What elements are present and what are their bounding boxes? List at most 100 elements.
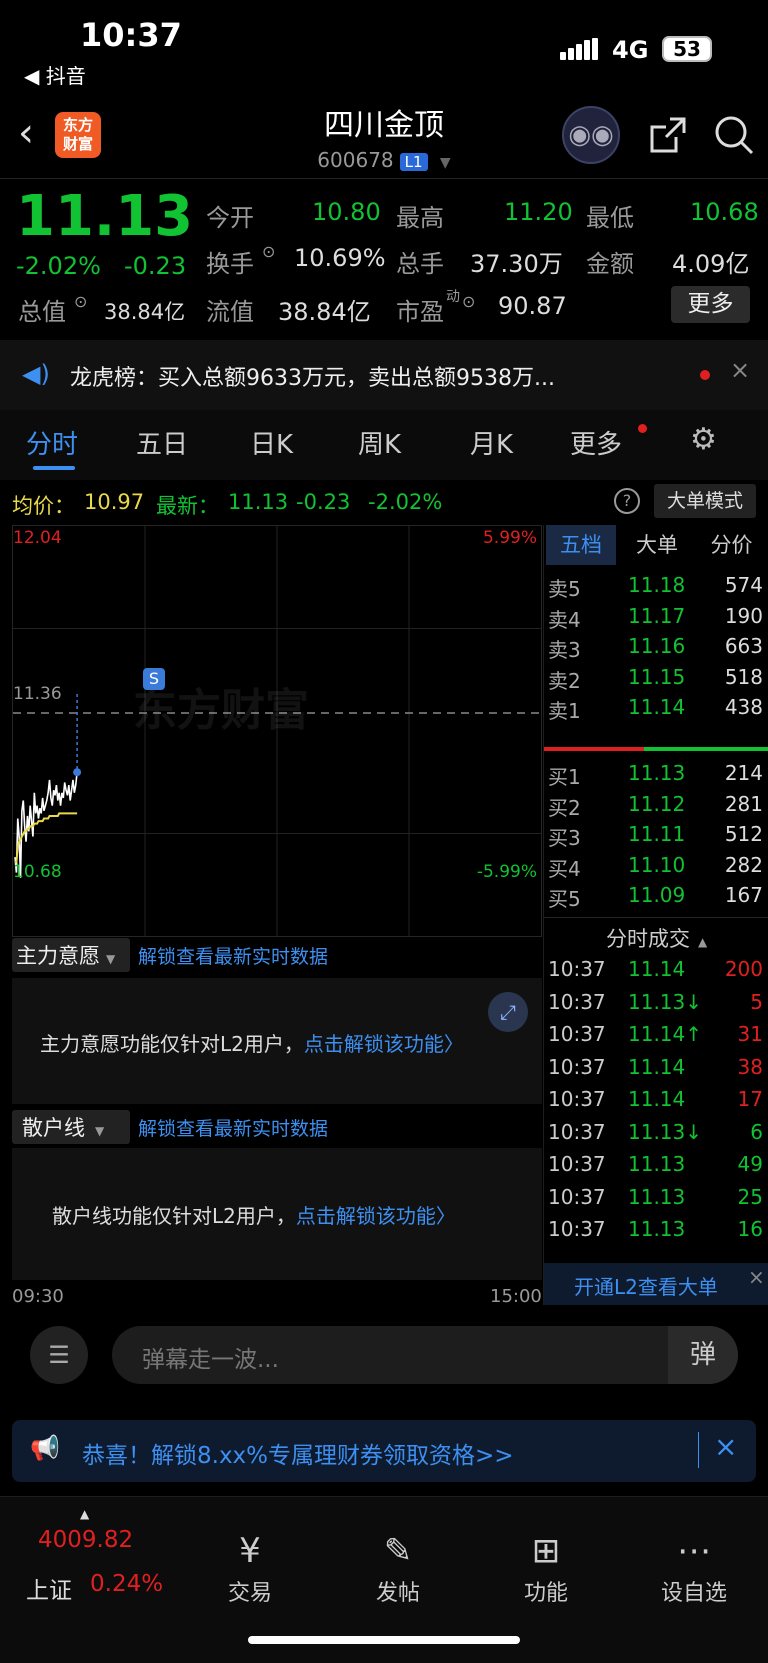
robot-assistant-icon[interactable]: ◉◉ bbox=[562, 106, 620, 164]
buy-level-row: 买5 11.09 167 bbox=[548, 883, 763, 911]
tick-row: 10:37 11.13 16 bbox=[548, 1217, 763, 1241]
open-label: 今开 bbox=[206, 204, 254, 232]
y-bottom-label: 10.68 bbox=[13, 862, 62, 882]
amount-label: 金额 bbox=[586, 250, 634, 278]
float-value: 38.84亿 bbox=[278, 298, 371, 326]
unlock-cta[interactable]: 点击解锁该功能〉 bbox=[296, 1204, 456, 1228]
tab-five-day[interactable]: 五日 bbox=[136, 424, 188, 461]
tick-row: 10:37 11.13 49 bbox=[548, 1152, 763, 1176]
home-indicator bbox=[248, 1636, 520, 1644]
retail-line-message: 散户线功能仅针对L2用户，点击解锁该功能〉 bbox=[52, 1204, 456, 1228]
unlock-link[interactable]: 解锁查看最新实时数据 bbox=[138, 1114, 328, 1141]
search-icon[interactable] bbox=[712, 113, 756, 157]
tab-intraday[interactable]: 分时 bbox=[26, 424, 78, 461]
dragon-tiger-notice[interactable]: ◀) 龙虎榜：买入总额9633万元，卖出总额9538万... × bbox=[0, 340, 768, 410]
info-icon[interactable]: ⊙ bbox=[262, 242, 275, 261]
comment-bar: ☰ 弹幕走一波... 弹 bbox=[0, 1308, 768, 1404]
ticks-title[interactable]: 分时成交 ▲ bbox=[606, 923, 707, 953]
help-icon[interactable]: ? bbox=[614, 488, 640, 514]
index-value[interactable]: 4009.82 bbox=[38, 1527, 133, 1553]
latest-label: 最新： bbox=[156, 494, 219, 518]
tick-row: 10:37 11.13↓ 5 bbox=[548, 989, 763, 1014]
index-name[interactable]: 上证 bbox=[26, 1571, 72, 1605]
sell-level-row: 卖2 11.15 518 bbox=[548, 664, 763, 693]
nav-features[interactable]: ⊞ 功能 bbox=[486, 1527, 606, 1607]
l2-button-text: 开通L2查看大单 bbox=[574, 1275, 718, 1299]
unlock-link[interactable]: 解锁查看最新实时数据 bbox=[138, 942, 328, 969]
buy-level-row: 买4 11.10 282 bbox=[548, 852, 763, 881]
nav-trade[interactable]: ¥ 交易 bbox=[190, 1527, 310, 1607]
tab-five-levels[interactable]: 五档 bbox=[546, 525, 616, 565]
avg-label: 均价： bbox=[12, 494, 75, 518]
tick-row: 10:37 11.14 17 bbox=[548, 1087, 763, 1111]
main-intent-message: 主力意愿功能仅针对L2用户，点击解锁该功能〉 bbox=[40, 1032, 464, 1056]
open-value: 10.80 bbox=[312, 198, 381, 226]
latest-value: 11.13 bbox=[228, 490, 289, 514]
expand-icon[interactable]: ⤢ bbox=[488, 992, 528, 1032]
info-icon[interactable]: ⊙ bbox=[74, 292, 87, 311]
avg-bar: 均价： 10.97 最新： 11.13 -0.23 -2.02% ? 大单模式 bbox=[0, 484, 768, 524]
tab-more[interactable]: 更多 bbox=[570, 424, 622, 461]
share-icon[interactable] bbox=[648, 115, 688, 155]
total-value-label: 总值 bbox=[18, 298, 66, 326]
main-intent-panel: 主力意愿功能仅针对L2用户，点击解锁该功能〉 ⤢ bbox=[12, 978, 542, 1104]
s-marker[interactable]: S bbox=[143, 668, 165, 690]
tick-row: 10:37 11.13↓ 6 bbox=[548, 1119, 763, 1144]
close-icon[interactable]: × bbox=[714, 1430, 737, 1463]
retail-line-dropdown[interactable]: 散户线 ▼ bbox=[12, 1110, 130, 1144]
unlock-cta[interactable]: 点击解锁该功能〉 bbox=[304, 1032, 464, 1056]
tab-daily-k[interactable]: 日K bbox=[250, 424, 293, 461]
l2-unlock-banner[interactable]: 开通L2查看大单 × bbox=[544, 1263, 768, 1305]
tab-dot bbox=[638, 424, 647, 433]
low-value: 10.68 bbox=[690, 198, 759, 226]
volume-value: 37.30万 bbox=[470, 250, 563, 278]
sell-level-row: 卖3 11.16 663 bbox=[548, 634, 763, 662]
main-intent-dropdown[interactable]: 主力意愿 ▼ bbox=[12, 938, 130, 972]
back-to-app-link[interactable]: ◀ 抖音 bbox=[24, 60, 86, 89]
tab-price-dist[interactable]: 分价 bbox=[694, 525, 768, 565]
tab-weekly-k[interactable]: 周K bbox=[358, 424, 401, 461]
float-label: 流值 bbox=[206, 298, 254, 326]
volume-label: 总手 bbox=[396, 250, 444, 278]
sell-level-row: 卖4 11.17 190 bbox=[548, 603, 763, 632]
battery-icon: 53 bbox=[662, 36, 712, 62]
more-button[interactable]: 更多 bbox=[671, 286, 750, 323]
promo-banner[interactable]: 📢 恭喜！解锁8.xx%专属理财券领取资格>> × bbox=[12, 1420, 756, 1482]
buy-level-row: 买2 11.12 281 bbox=[548, 791, 763, 820]
big-order-mode-button[interactable]: 大单模式 bbox=[654, 484, 756, 518]
nav-watchlist[interactable]: ⋯ 设自选 bbox=[634, 1527, 754, 1607]
nav-post[interactable]: ✎ 发帖 bbox=[338, 1527, 458, 1607]
sell-level-row: 卖5 11.18 574 bbox=[548, 573, 763, 601]
last-point bbox=[73, 768, 82, 777]
info-icon[interactable]: ⊙ bbox=[462, 292, 475, 311]
tab-monthly-k[interactable]: 月K bbox=[470, 424, 513, 461]
intraday-chart[interactable]: 12.04 5.99% 11.36 10.68 -5.99% 东方财富 S bbox=[12, 525, 542, 937]
high-label: 最高 bbox=[396, 204, 444, 232]
speaker-icon: ◀) bbox=[22, 360, 50, 388]
order-book: 五档 大单 分价 卖5 11.18 574 卖4 11.17 190 卖3 11.16 663 卖… bbox=[543, 525, 768, 1305]
retail-line-header: 散户线 ▼ 解锁查看最新实时数据 bbox=[12, 1110, 542, 1146]
close-icon[interactable]: × bbox=[748, 1265, 765, 1289]
change-pct: -2.02% bbox=[16, 252, 101, 280]
danmu-toggle-icon[interactable]: 弹 bbox=[668, 1326, 738, 1384]
danmu-input[interactable]: 弹幕走一波... 弹 bbox=[112, 1326, 738, 1384]
active-tab-indicator bbox=[33, 466, 75, 470]
close-icon[interactable]: × bbox=[730, 356, 750, 384]
y-top-label: 12.04 bbox=[13, 528, 62, 548]
index-pct[interactable]: 0.24% bbox=[90, 1571, 163, 1597]
sell-level-row: 卖1 11.14 438 bbox=[548, 695, 763, 723]
change-amount: -0.23 bbox=[124, 252, 187, 280]
pe-label: 市盈 bbox=[396, 298, 444, 326]
danmu-settings-icon[interactable]: ☰ bbox=[30, 1326, 88, 1384]
buy-level-row: 买3 11.11 512 bbox=[548, 822, 763, 850]
tab-big-orders[interactable]: 大单 bbox=[622, 525, 692, 565]
promo-text: 恭喜！解锁8.xx%专属理财券领取资格>> bbox=[82, 1443, 514, 1469]
main-intent-header: 主力意愿 ▼ 解锁查看最新实时数据 bbox=[12, 938, 542, 974]
latest-pct: -2.02% bbox=[368, 490, 443, 514]
y-mid-label: 11.36 bbox=[13, 684, 62, 704]
megaphone-icon: 📢 bbox=[30, 1434, 60, 1462]
edit-icon: ✎ bbox=[383, 1531, 413, 1571]
pe-value: 90.87 bbox=[498, 292, 567, 320]
pe-sup: 动 bbox=[446, 289, 460, 305]
settings-gear-icon[interactable]: ⚙ bbox=[690, 422, 717, 457]
